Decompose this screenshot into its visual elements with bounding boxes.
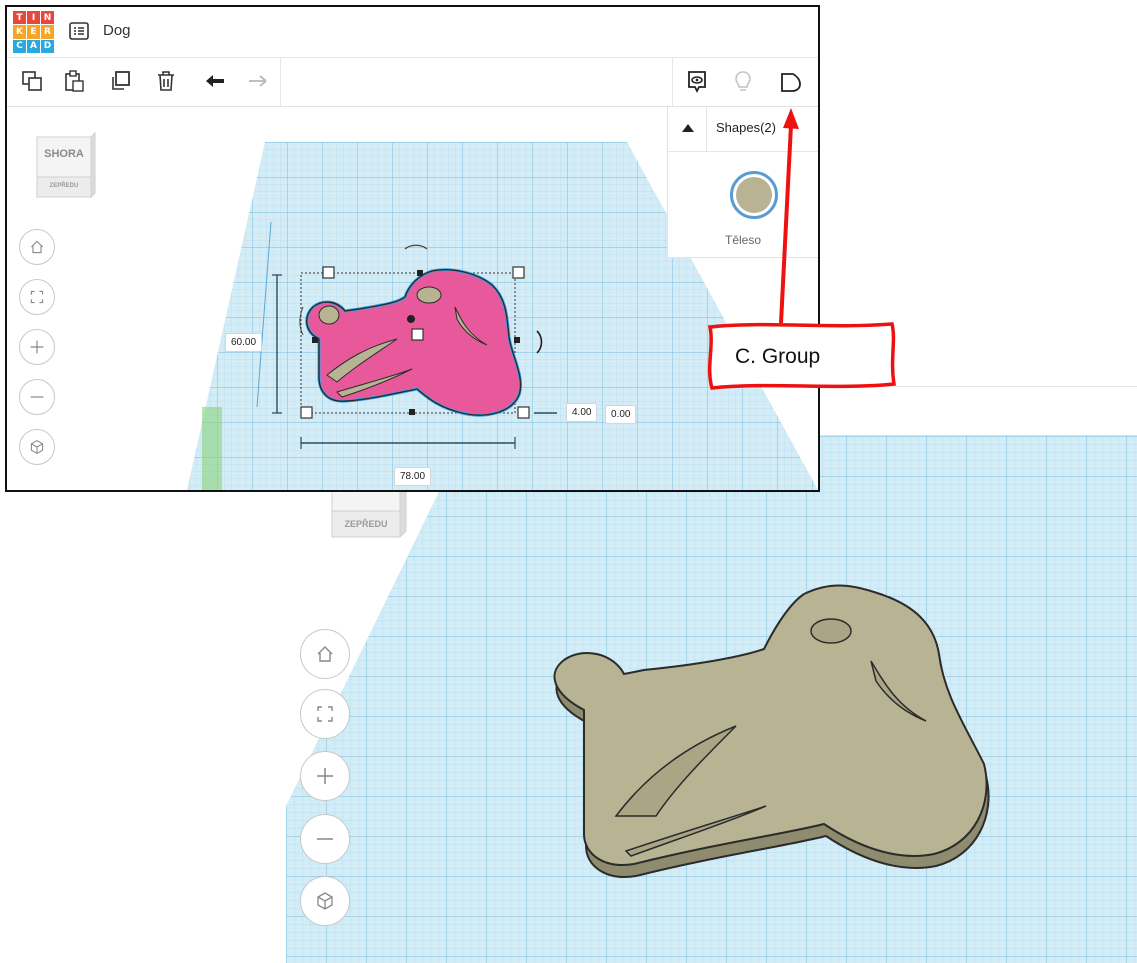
perspective-icon — [30, 440, 44, 454]
home-view-button[interactable] — [300, 629, 350, 679]
zoom-out-button[interactable] — [19, 379, 55, 415]
fit-view-button[interactable] — [300, 689, 350, 739]
shapes-count-title: Shapes(2) — [716, 120, 776, 135]
view-cube-front-label: ZEPŘEDU — [49, 183, 79, 189]
logo-letter: D — [41, 39, 54, 53]
show-all-icon[interactable] — [686, 70, 708, 94]
editor-panel: T I N K E R C A D Dog 60.00 78.00 4.00 0… — [5, 5, 820, 492]
toolbar-divider — [280, 58, 281, 106]
zoom-in-icon — [30, 340, 44, 354]
logo-letter: N — [41, 11, 54, 25]
group-icon[interactable] — [779, 70, 803, 94]
perspective-button[interactable] — [300, 876, 350, 926]
color-swatch[interactable] — [730, 171, 778, 219]
height-dimension-field[interactable]: 60.00 — [225, 333, 263, 352]
home-view-button[interactable] — [19, 229, 55, 265]
logo-letter: E — [27, 25, 40, 39]
callout-label: C. Group — [708, 325, 894, 387]
paste-icon[interactable] — [63, 70, 85, 92]
view-cube-front-label: ZEPŘEDU — [344, 519, 388, 529]
tinkercad-logo[interactable]: T I N K E R C A D — [13, 11, 55, 53]
shapes-inspector-header[interactable]: Shapes(2) — [668, 107, 818, 152]
logo-letter: R — [41, 25, 54, 39]
logo-letter: A — [27, 39, 40, 53]
perspective-button[interactable] — [19, 429, 55, 465]
logo-letter: T — [13, 11, 26, 25]
elevation-dimension-field[interactable]: 0.00 — [605, 405, 637, 424]
bulb-icon[interactable] — [733, 70, 753, 94]
logo-letter: C — [13, 39, 26, 53]
redo-icon[interactable] — [245, 70, 269, 92]
logo-letter: K — [13, 25, 26, 39]
undo-icon[interactable] — [203, 70, 227, 92]
view-cube[interactable]: SHORA ZEPŘEDU — [33, 129, 99, 201]
collapse-arrow-icon[interactable] — [682, 123, 694, 133]
zoom-in-icon — [317, 768, 333, 784]
zoom-in-button[interactable] — [19, 329, 55, 365]
shapes-inspector: Shapes(2) Těleso — [667, 107, 818, 258]
zoom-in-button[interactable] — [300, 751, 350, 801]
fit-icon — [30, 290, 44, 304]
editor-toolbar — [7, 58, 818, 107]
home-icon — [31, 240, 43, 254]
fit-icon — [317, 706, 333, 722]
zoom-out-button[interactable] — [300, 814, 350, 864]
document-title[interactable]: Dog — [103, 22, 131, 39]
zoom-out-icon — [317, 838, 333, 840]
delete-icon[interactable] — [155, 70, 177, 92]
swatch-fill — [736, 177, 772, 213]
copy-icon[interactable] — [21, 70, 43, 92]
editor-topbar: T I N K E R C A D Dog — [7, 7, 818, 58]
result-workplane[interactable]: SHORA ZEPŘEDU — [286, 436, 1137, 963]
home-icon — [317, 646, 333, 662]
callout-text: C. Group — [735, 345, 821, 368]
logo-letter: I — [27, 11, 40, 25]
fit-view-button[interactable] — [19, 279, 55, 315]
zoom-out-icon — [30, 396, 44, 398]
depth-dimension-field[interactable]: 4.00 — [566, 403, 598, 422]
swatch-label: Těleso — [724, 233, 762, 247]
width-dimension-field[interactable]: 78.00 — [394, 467, 432, 486]
duplicate-icon[interactable] — [109, 70, 131, 92]
design-menu-icon[interactable] — [69, 22, 89, 40]
perspective-icon — [317, 892, 333, 910]
view-cube-top-label: SHORA — [44, 148, 84, 160]
toolbar-divider — [672, 58, 673, 106]
